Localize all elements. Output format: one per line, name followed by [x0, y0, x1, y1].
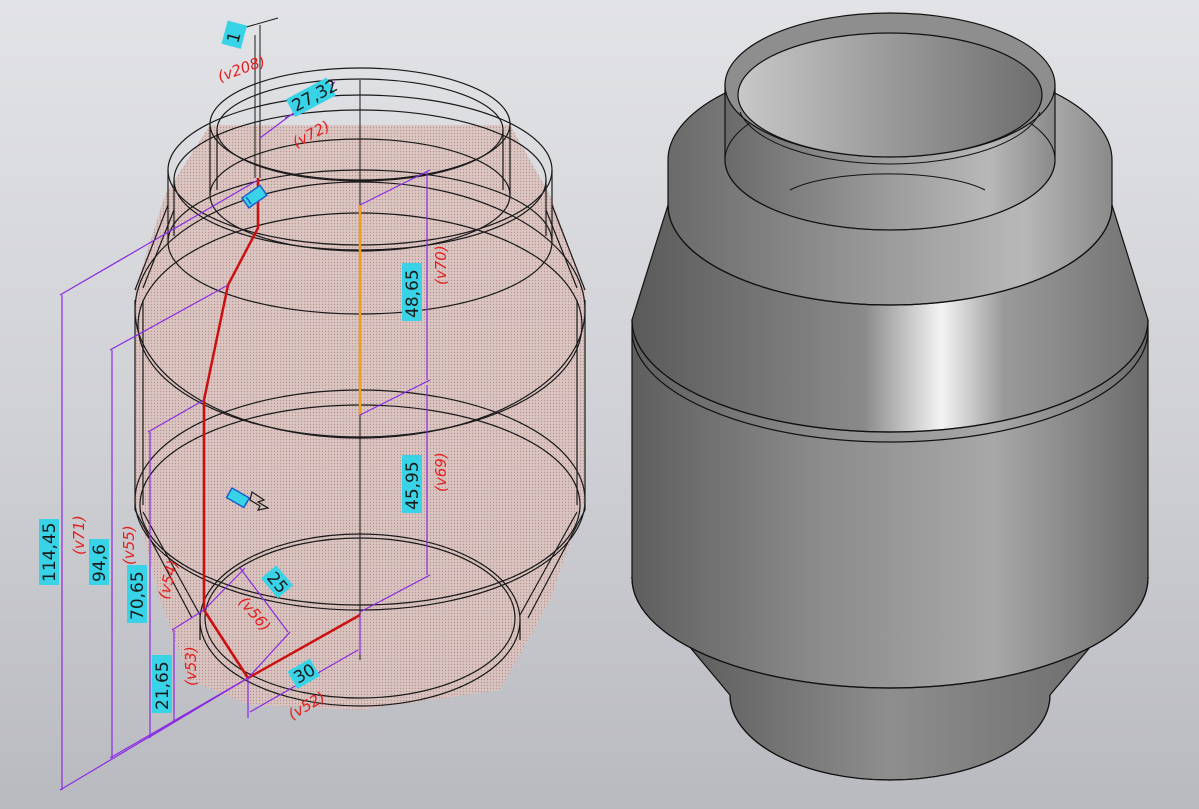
dim-var: (v53) — [182, 646, 200, 686]
dim-value: 94,6 — [90, 544, 110, 582]
dim-var: (v69) — [432, 452, 450, 492]
dim-v69[interactable]: 45,95 — [402, 455, 423, 513]
neck-inner — [737, 32, 1043, 158]
dim-var: (v71) — [70, 515, 88, 555]
dim-v70[interactable]: 48,65 — [402, 263, 423, 321]
cad-viewport[interactable]: 1 (v208) 27,32 (v72) 48,65 (v70) 45,95 (… — [0, 0, 1199, 809]
dim-v53[interactable]: 21,65 — [152, 655, 173, 713]
dim-var: (v70) — [432, 245, 450, 285]
dim-value: 70,65 — [128, 571, 148, 620]
dim-value: 48,65 — [403, 269, 423, 318]
dim-var: (v55) — [120, 525, 138, 565]
dim-value: 21,65 — [153, 661, 173, 710]
shaded-model[interactable] — [630, 12, 1150, 781]
dim-v71[interactable]: 114,45 — [39, 519, 60, 585]
dim-value: 114,45 — [40, 523, 60, 582]
dim-v54[interactable]: 70,65 — [127, 565, 148, 623]
wireframe-model[interactable]: 1 (v208) 27,32 (v72) 48,65 (v70) 45,95 (… — [39, 17, 586, 791]
dim-value: 45,95 — [403, 461, 423, 510]
dim-v208[interactable]: 1 — [221, 20, 248, 50]
dim-v55[interactable]: 94,6 — [89, 539, 110, 585]
